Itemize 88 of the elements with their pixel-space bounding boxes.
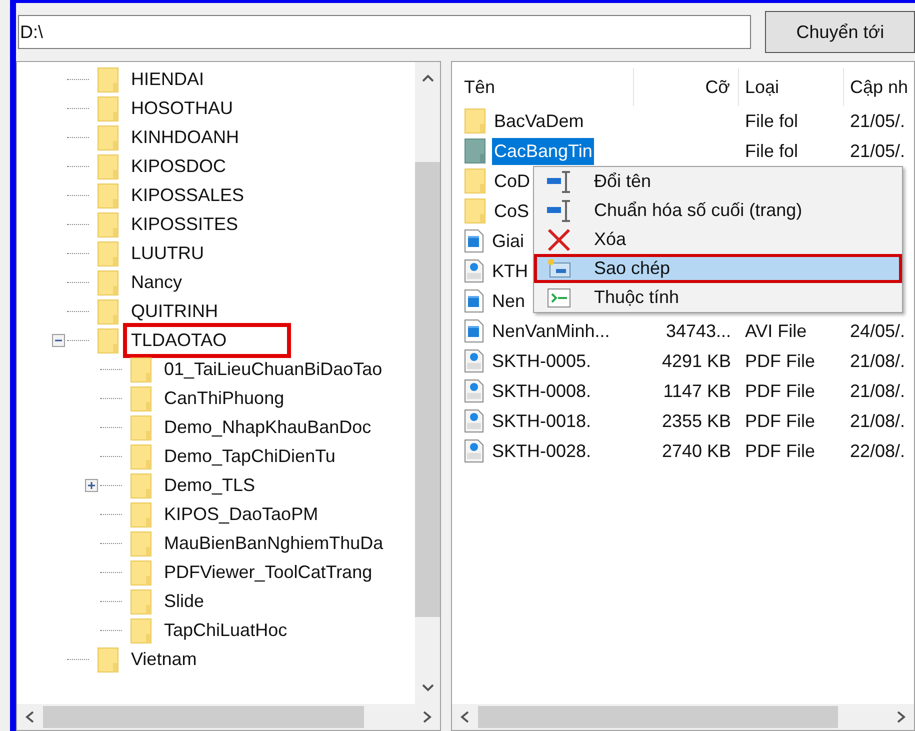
- scrollbar-thumb[interactable]: [478, 706, 838, 728]
- folder-label[interactable]: KIPOSSITES: [127, 211, 242, 238]
- file-name[interactable]: SKTH-0018.: [490, 408, 594, 434]
- menu-item[interactable]: Sao chép: [534, 254, 902, 283]
- column-header[interactable]: Cập nh: [844, 68, 914, 106]
- vertical-scrollbar[interactable]: [415, 62, 440, 704]
- pdf-file-icon: [464, 259, 484, 283]
- horizontal-scrollbar[interactable]: [17, 704, 440, 730]
- video-file-icon: [464, 319, 484, 343]
- folder-label[interactable]: QUITRINH: [127, 298, 222, 325]
- file-size: 1147 KB: [663, 380, 731, 402]
- pdf-file-icon: [464, 379, 484, 403]
- folder-label[interactable]: PDFViewer_ToolCatTrang: [160, 559, 376, 586]
- folder-icon: [464, 138, 486, 164]
- folder-label[interactable]: KIPOS_DaoTaoPM: [160, 501, 322, 528]
- file-name[interactable]: SKTH-0028.: [490, 438, 594, 464]
- plus-icon: [86, 481, 96, 490]
- copy-icon: [546, 256, 572, 280]
- menu-item[interactable]: Đổi tên: [534, 167, 902, 196]
- file-date: 21/08/.: [850, 350, 906, 370]
- column-header[interactable]: Loại: [739, 68, 844, 106]
- file-name[interactable]: Giai: [490, 228, 526, 254]
- video-file-icon: [464, 229, 484, 253]
- file-size: 2355 KB: [662, 410, 731, 432]
- video-file-icon: [464, 289, 484, 313]
- file-type: File fol: [745, 140, 798, 160]
- folder-label[interactable]: HIENDAI: [127, 66, 208, 93]
- file-name[interactable]: NenVanMinh...: [490, 318, 612, 344]
- folder-label[interactable]: Demo_TLS: [160, 472, 260, 499]
- folder-label[interactable]: Nancy: [127, 269, 186, 296]
- properties-icon: [546, 286, 572, 310]
- menu-item[interactable]: Chuẩn hóa số cuối (trang): [534, 196, 902, 225]
- pdf-file-icon: [464, 439, 484, 463]
- menu-item[interactable]: Thuộc tính: [534, 283, 902, 312]
- scrollbar-thumb[interactable]: [43, 706, 364, 728]
- column-header[interactable]: Cỡ: [634, 68, 739, 106]
- file-name[interactable]: SKTH-0008.: [490, 378, 594, 404]
- file-date: 22/08/.: [850, 440, 906, 460]
- file-date: 24/05/.: [850, 320, 906, 340]
- folder-label[interactable]: Vietnam: [127, 646, 201, 673]
- file-date: 21/05/.: [850, 110, 906, 130]
- file-name[interactable]: Nen: [490, 288, 528, 314]
- collapse-toggle[interactable]: [52, 334, 64, 347]
- folder-label[interactable]: KINHDOANH: [127, 124, 244, 151]
- file-name[interactable]: CoD: [492, 168, 532, 194]
- pdf-file-icon: [464, 349, 484, 373]
- folder-label[interactable]: LUUTRU: [127, 240, 208, 267]
- folder-label[interactable]: TapChiLuatHoc: [160, 617, 292, 644]
- folder-icon: [464, 198, 486, 224]
- file-type: PDF File: [745, 380, 816, 400]
- file-type: PDF File: [745, 350, 816, 370]
- folder-label[interactable]: 01_TaiLieuChuanBiDaoTao: [160, 356, 386, 383]
- horizontal-scrollbar[interactable]: [452, 704, 914, 730]
- folder-label[interactable]: KIPOSDOC: [127, 153, 230, 180]
- file-name[interactable]: BacVaDem: [492, 108, 586, 134]
- file-type: AVI File: [745, 320, 807, 340]
- file-size: 34743...: [666, 320, 731, 342]
- file-name[interactable]: CoS: [492, 198, 532, 224]
- expand-toggle[interactable]: [84, 479, 98, 492]
- file-type: PDF File: [745, 410, 816, 430]
- file-date: 21/08/.: [850, 380, 906, 400]
- file-size: 4291 KB: [662, 350, 731, 372]
- folder-icon: [464, 168, 486, 194]
- pdf-file-icon: [464, 409, 484, 433]
- folder-label[interactable]: HOSOTHAU: [127, 95, 238, 122]
- go-button[interactable]: Chuyển tới: [765, 11, 915, 53]
- scrollbar-thumb[interactable]: [415, 162, 440, 617]
- file-type: PDF File: [745, 440, 816, 460]
- folder-label[interactable]: Demo_NhapKhauBanDoc: [160, 414, 376, 441]
- folder-label[interactable]: Demo_TapChiDienTu: [160, 443, 340, 470]
- folder-label[interactable]: CanThiPhuong: [160, 385, 288, 412]
- folder-icon: [464, 108, 486, 134]
- file-date: 21/05/.: [850, 140, 906, 160]
- file-name[interactable]: KTH: [490, 258, 530, 284]
- folder-label[interactable]: KIPOSSALES: [127, 182, 248, 209]
- file-date: 21/08/.: [850, 410, 906, 430]
- column-header[interactable]: Tên: [464, 68, 634, 106]
- file-name[interactable]: SKTH-0005.: [490, 348, 594, 374]
- rename-icon: [546, 198, 572, 222]
- rename-icon: [546, 170, 572, 194]
- folder-label[interactable]: MauBienBanNghiemThuDa: [160, 530, 388, 557]
- menu-item[interactable]: Xóa: [534, 225, 902, 254]
- file-name[interactable]: CacBangTin: [492, 138, 594, 164]
- delete-icon: [546, 228, 572, 252]
- file-size: 2740 KB: [662, 440, 731, 462]
- file-type: File fol: [745, 110, 798, 130]
- path-field[interactable]: D:\: [18, 15, 752, 49]
- folder-label[interactable]: Slide: [160, 588, 208, 615]
